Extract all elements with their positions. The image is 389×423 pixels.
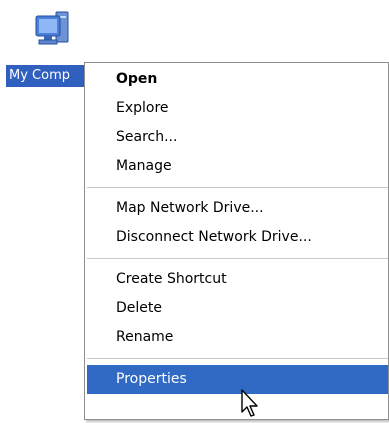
menu-separator bbox=[87, 187, 388, 188]
context-menu-list: Open Explore Search... Manage Map Network Dr… bbox=[85, 65, 388, 394]
menu-item-create-shortcut[interactable]: Create Shortcut bbox=[85, 265, 388, 294]
menu-item-properties[interactable]: Properties bbox=[87, 365, 388, 394]
menu-separator bbox=[87, 258, 388, 259]
menu-item-search[interactable]: Search... bbox=[85, 123, 388, 152]
my-computer-label: My Comp bbox=[6, 65, 92, 87]
menu-item-rename[interactable]: Rename bbox=[85, 323, 388, 352]
context-menu: Open Explore Search... Manage Map Network Dr… bbox=[84, 62, 389, 420]
menu-item-explore[interactable]: Explore bbox=[85, 94, 388, 123]
my-computer-icon bbox=[34, 10, 70, 48]
menu-item-map-network-drive[interactable]: Map Network Drive... bbox=[85, 194, 388, 223]
menu-item-disconnect-network-drive[interactable]: Disconnect Network Drive... bbox=[85, 223, 388, 252]
menu-item-manage[interactable]: Manage bbox=[85, 152, 388, 181]
menu-item-delete[interactable]: Delete bbox=[85, 294, 388, 323]
my-computer-desktop-icon[interactable]: My Comp bbox=[0, 0, 96, 96]
menu-item-open[interactable]: Open bbox=[85, 65, 388, 94]
menu-separator bbox=[87, 358, 388, 359]
